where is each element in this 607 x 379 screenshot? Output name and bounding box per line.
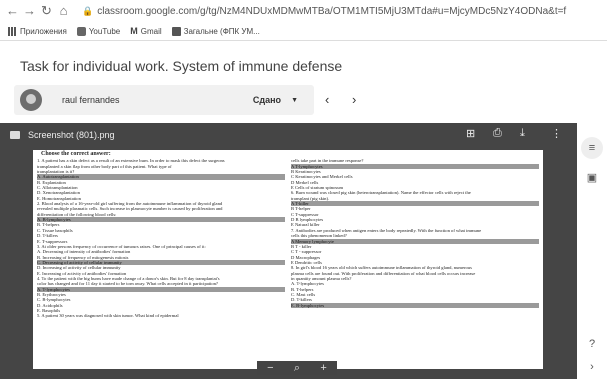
bookmark-label: Приложения	[20, 26, 67, 36]
chevron-right-icon[interactable]: ›	[585, 361, 599, 375]
print-icon[interactable]: ⎙	[493, 127, 502, 140]
student-selector[interactable]: raul fernandes Сдано ▼	[14, 85, 314, 115]
document-line: 5. A patient 30 years was diagnosed with…	[37, 313, 179, 319]
divider	[0, 40, 607, 41]
more-options-icon[interactable]: ⋮	[551, 127, 562, 140]
download-icon[interactable]: ⤓	[520, 127, 525, 140]
grades-list-icon[interactable]: ≡	[581, 137, 603, 159]
zoom-controls: − ⌕ +	[257, 361, 337, 375]
bookmark-label: YouTube	[88, 26, 121, 36]
bookmark-youtube[interactable]: YouTube	[76, 26, 121, 36]
apps-grid-icon	[8, 26, 17, 36]
file-name: Screenshot (801).png	[28, 130, 115, 140]
bookmarks-bar: Приложения YouTube M Gmail Загальне (ФПК…	[0, 22, 607, 40]
bookmark-apps[interactable]: Приложения	[8, 26, 67, 36]
comment-icon[interactable]: ▣	[585, 171, 599, 185]
youtube-icon	[76, 26, 86, 36]
reload-icon[interactable]: ↻	[38, 0, 55, 22]
lock-icon: 🔒	[82, 5, 94, 16]
bookmark-label: Загальне (ФПК УМ...	[183, 26, 260, 36]
search-icon[interactable]: ⌕	[294, 362, 300, 375]
next-student-icon[interactable]: ›	[352, 92, 356, 107]
document-image: Choose the correct answer: 1. A patient …	[33, 150, 543, 369]
browser-toolbar: ← → ↻ ⌂ 🔒 classroom.google.com/g/tg/NzM4…	[0, 0, 607, 22]
viewer-header: Screenshot (801).png ⊞ ⎙ ⤓ ⋮	[0, 123, 577, 147]
forward-arrow-icon[interactable]: →	[21, 0, 38, 22]
chevron-down-icon[interactable]: ▼	[291, 97, 298, 104]
document-title: Choose the correct answer:	[41, 151, 111, 157]
gmail-icon: M	[130, 26, 138, 36]
help-icon[interactable]: ?	[585, 338, 599, 352]
right-column: cells take part in the immune response? A…	[291, 158, 539, 318]
avatar	[20, 89, 42, 111]
bookmark-label: Gmail	[140, 26, 162, 36]
zoom-in-button[interactable]: +	[320, 362, 326, 374]
url-text: classroom.google.com/g/tg/NzM4NDUxMDMwMT…	[97, 5, 567, 17]
address-bar[interactable]: 🔒 classroom.google.com/g/tg/NzM4NDUxMDMw…	[82, 2, 566, 20]
left-column: 1. A patient has a skin defect as a resu…	[37, 158, 285, 318]
folder-icon	[171, 26, 181, 36]
previous-student-icon[interactable]: ‹	[325, 92, 329, 107]
bookmark-gmail[interactable]: M Gmail	[130, 26, 161, 36]
assignment-title: Task for individual work. System of immu…	[20, 58, 343, 74]
student-name: raul fernandes	[62, 95, 120, 105]
status-label: Сдано	[252, 95, 282, 105]
image-file-icon	[10, 131, 20, 139]
file-viewer: Screenshot (801).png ⊞ ⎙ ⤓ ⋮ Choose the …	[0, 123, 577, 379]
back-arrow-icon[interactable]: ←	[4, 0, 21, 22]
bookmark-general[interactable]: Загальне (ФПК УМ...	[171, 26, 260, 36]
home-icon[interactable]: ⌂	[55, 0, 72, 22]
highlighted-answer-line: E. B-lymphocytes	[291, 302, 539, 308]
add-comment-icon[interactable]: ⊞	[466, 127, 475, 140]
classroom-page: ← → ↻ ⌂ 🔒 classroom.google.com/g/tg/NzM4…	[0, 0, 607, 379]
zoom-out-button[interactable]: −	[267, 362, 273, 374]
right-sidebar: ≡ ▣ ? ›	[577, 123, 607, 379]
